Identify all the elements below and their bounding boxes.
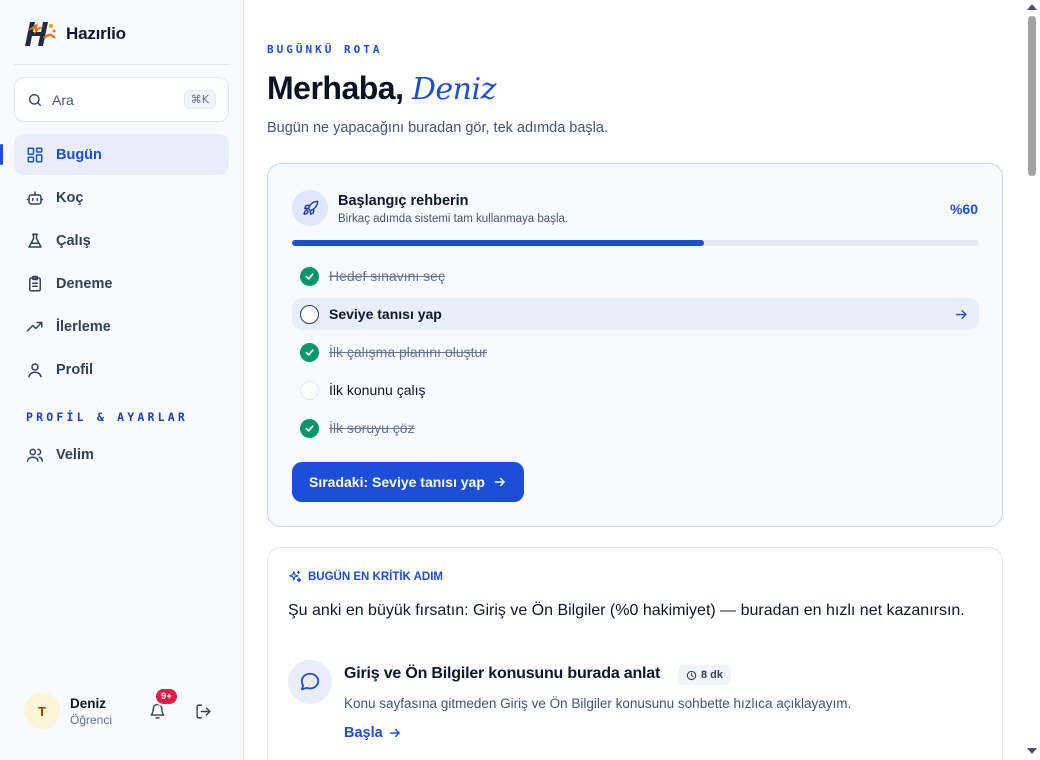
search-label: Ara	[52, 91, 74, 108]
brand-name: Hazırlio	[66, 24, 126, 43]
brand-logo-icon	[25, 22, 56, 46]
logout-icon	[195, 703, 211, 719]
scroll-thumb[interactable]	[1028, 16, 1036, 176]
lesson-description: Konu sayfasına gitmeden Giriş ve Ön Bilg…	[344, 696, 852, 711]
sparkles-icon	[289, 570, 302, 583]
arrow-right-icon	[389, 728, 400, 738]
user-card: T Deniz Öğrenci 9+	[14, 680, 229, 742]
greeting-text: Merhaba,	[267, 70, 404, 106]
scroll-up-icon[interactable]	[1027, 4, 1037, 10]
step-label: İlk çalışma planını oluştur	[329, 344, 487, 360]
step-item[interactable]: Hedef sınavını seç	[292, 260, 979, 292]
step-label: Seviye tanısı yap	[329, 306, 442, 322]
start-link[interactable]: Başla	[344, 725, 402, 741]
flask-icon	[28, 233, 42, 248]
next-step-button[interactable]: Sıradaki: Seviye tanısı yap	[292, 462, 524, 502]
grid-icon	[27, 147, 43, 162]
notifications-button[interactable]: 9+	[145, 687, 179, 723]
robot-icon	[26, 190, 44, 205]
sidebar-item-ilerleme[interactable]: İlerleme	[14, 306, 229, 347]
clipboard-icon	[29, 275, 41, 291]
search-shortcut: ⌘K	[183, 90, 216, 109]
onboarding-steps: Hedef sınavını seç Seviye tanısı yap İlk…	[292, 260, 979, 450]
logout-button[interactable]	[191, 699, 215, 723]
users-icon	[26, 448, 44, 462]
trend-up-icon	[26, 321, 43, 331]
nav-section-label: PROFİL & AYARLAR	[26, 410, 188, 424]
duration-badge: 8 dk	[678, 665, 732, 685]
vertical-scrollbar[interactable]	[1024, 0, 1040, 760]
sidebar-item-koc[interactable]: Koç	[14, 177, 229, 218]
step-item[interactable]: İlk soruyu çöz	[292, 412, 979, 444]
check-icon	[300, 418, 319, 438]
search-button[interactable]: Ara ⌘K	[14, 77, 229, 122]
notification-badge: 9+	[154, 687, 179, 706]
onboarding-subtitle: Birkaç adımda sistemi tam kullanmaya baş…	[338, 213, 569, 225]
next-step-label: Sıradaki: Seviye tanısı yap	[309, 474, 485, 490]
step-item[interactable]: İlk konunu çalış	[292, 374, 979, 406]
onboarding-card: Başlangıç rehberin Birkaç adımda sistemi…	[267, 163, 1003, 527]
sidebar-item-label: Deneme	[56, 275, 113, 292]
sidebar-item-bugun[interactable]: Bugün	[0, 134, 229, 175]
sidebar-item-deneme[interactable]: Deneme	[14, 263, 229, 304]
greeting-name: Deniz	[411, 72, 497, 107]
user-role: Öğrenci	[70, 712, 113, 727]
onboarding-title: Başlangıç rehberin	[338, 193, 469, 209]
arrow-right-icon	[954, 307, 969, 322]
user-icon	[28, 362, 42, 377]
sidebar-item-velim[interactable]: Velim	[14, 434, 229, 475]
onboarding-progress	[292, 240, 979, 246]
critical-text: Şu anki en büyük fırsatın: Giriş ve Ön B…	[288, 602, 965, 619]
circle-icon	[300, 304, 319, 324]
critical-step-card: BUGÜN EN KRİTİK ADIM Şu anki en büyük fı…	[267, 547, 1003, 760]
brand-divider	[14, 64, 229, 65]
onboarding-percent: %60	[949, 201, 978, 217]
page-eyebrow: BUGÜNKÜ ROTA	[267, 43, 383, 56]
arrow-right-icon	[494, 477, 505, 487]
step-item[interactable]: İlk çalışma planını oluştur	[292, 336, 979, 368]
sidebar-item-label: Profil	[56, 361, 94, 378]
rocket-icon	[292, 190, 328, 226]
sidebar-item-label: Koç	[56, 189, 84, 206]
step-label: İlk soruyu çöz	[329, 420, 415, 436]
check-icon	[300, 342, 319, 362]
sidebar-item-label: Çalış	[56, 232, 91, 249]
sidebar-item-label: Bugün	[56, 146, 102, 163]
avatar[interactable]: T	[24, 693, 60, 729]
sidebar-item-label: Velim	[56, 446, 94, 463]
scroll-down-icon[interactable]	[1027, 748, 1037, 754]
main-content: BUGÜNKÜ ROTA Merhaba, Deniz Bugün ne yap…	[244, 0, 1024, 760]
check-icon	[300, 266, 319, 286]
page-subtitle: Bugün ne yapacağını buradan gör, tek adı…	[267, 120, 608, 136]
user-info: Deniz Öğrenci	[70, 696, 145, 727]
duration-label: 8 dk	[701, 669, 724, 681]
step-label: İlk konunu çalış	[329, 382, 426, 398]
page-title: Merhaba, Deniz	[267, 70, 496, 107]
onboarding-progress-fill	[292, 240, 705, 246]
circle-icon	[300, 380, 319, 400]
brand[interactable]: Hazırlio	[24, 18, 126, 50]
start-link-label: Başla	[344, 725, 383, 741]
chat-bubble-icon	[288, 660, 332, 704]
critical-heading: BUGÜN EN KRİTİK ADIM	[288, 570, 443, 584]
user-name: Deniz	[70, 695, 107, 711]
sidebar-item-label: İlerleme	[56, 318, 111, 335]
critical-heading-label: BUGÜN EN KRİTİK ADIM	[308, 571, 444, 583]
sidebar-item-calis[interactable]: Çalış	[14, 220, 229, 261]
clock-icon	[686, 670, 697, 680]
sidebar-item-profil[interactable]: Profil	[14, 349, 229, 390]
lesson-title: Giriş ve Ön Bilgiler konusunu burada anl…	[344, 665, 661, 682]
step-label: Hedef sınavını seç	[329, 268, 445, 284]
step-item-current[interactable]: Seviye tanısı yap	[292, 298, 979, 330]
search-icon	[29, 93, 41, 106]
sidebar-nav: Bugün Koç Çalış Deneme İlerleme Profil P…	[0, 134, 229, 477]
sidebar: Hazırlio Ara ⌘K Bugün Koç Çalış Deneme İ…	[0, 0, 244, 760]
